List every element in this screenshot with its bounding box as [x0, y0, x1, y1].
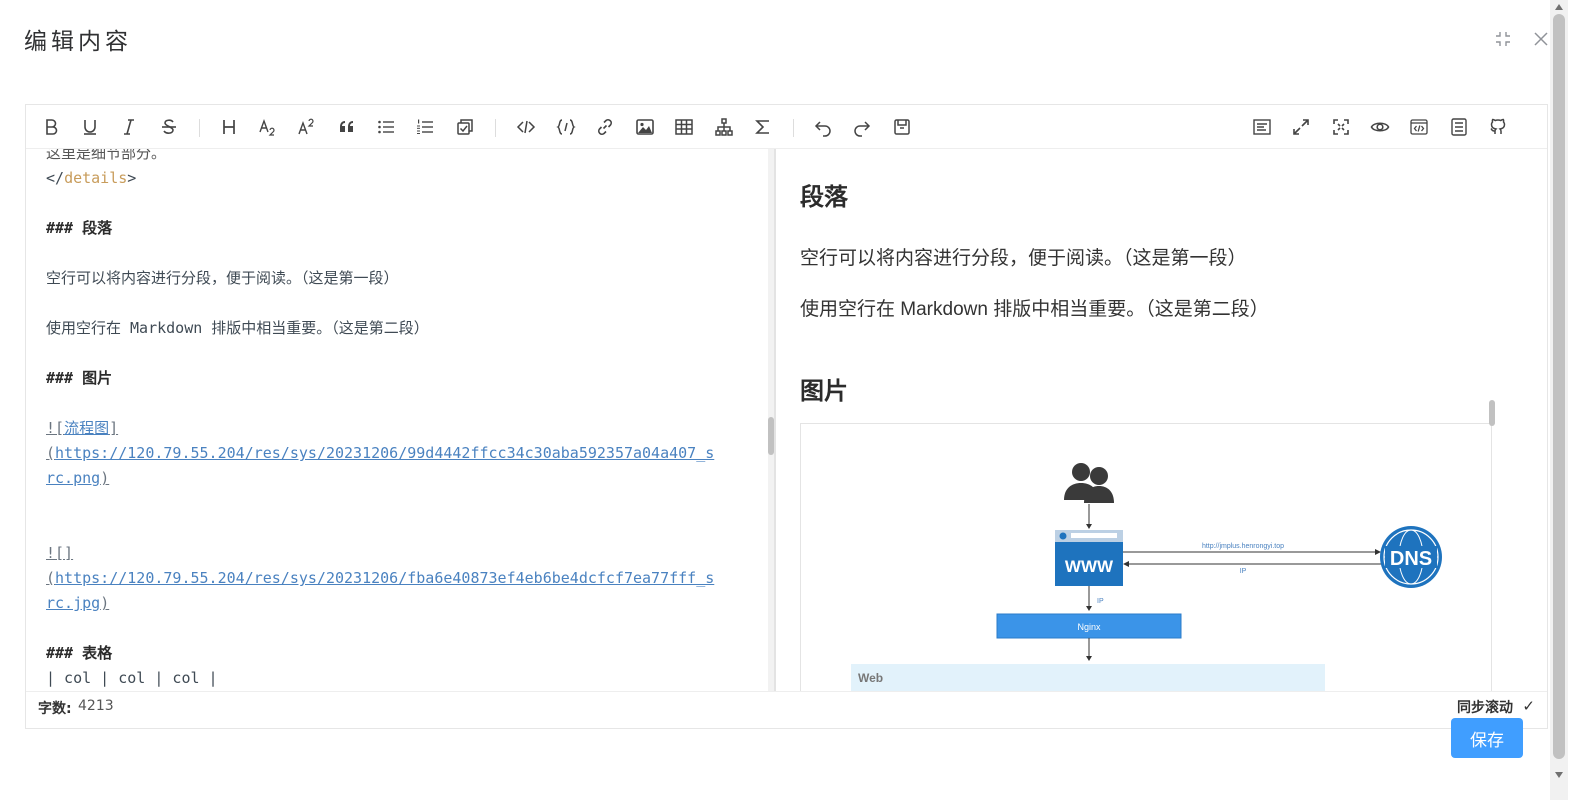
source-url: rc.jpg — [46, 594, 101, 612]
web-label: Web — [858, 671, 883, 685]
source-line: (https://120.79.55.204/res/sys/20231206/… — [46, 441, 751, 466]
source-line: 空行可以将内容进行分段，便于阅读。（这是第一段） — [46, 269, 399, 287]
source-line: rc.jpg) — [46, 591, 751, 616]
scroll-up-arrow-icon[interactable] — [1555, 4, 1563, 10]
www-icon: WWW — [1055, 530, 1123, 586]
sync-scroll-label[interactable]: 同步滚动 — [1457, 697, 1513, 717]
task-list-icon[interactable] — [452, 114, 478, 140]
formula-icon[interactable] — [750, 114, 776, 140]
source-line: (https://120.79.55.204/res/sys/20231206/… — [46, 566, 751, 591]
preview-heading-paragraph: 段落 — [800, 184, 848, 211]
preview-paragraph: 空行可以将内容进行分段，便于阅读。（这是第一段） — [800, 248, 1247, 269]
source-token: ![] — [46, 544, 74, 562]
dns-response-ip: IP — [1240, 568, 1247, 575]
source-line: </details> — [46, 166, 751, 191]
source-url: https://120.79.55.204/res/sys/20231206/f… — [55, 569, 715, 587]
subscript-icon[interactable] — [255, 114, 281, 140]
source-line: 使用空行在 Markdown 排版中相当重要。（这是第二段） — [46, 319, 429, 337]
word-count: 4213 — [78, 698, 114, 714]
preview-icon[interactable] — [1367, 114, 1393, 140]
mindmap-icon[interactable] — [711, 114, 737, 140]
source-heading: ### 图片 — [46, 369, 113, 387]
page-fullscreen-icon[interactable] — [1328, 114, 1354, 140]
table-icon[interactable] — [671, 114, 697, 140]
scroll-down-arrow-icon[interactable] — [1555, 772, 1563, 778]
preview-paragraph: 使用空行在 Markdown 排版中相当重要。（这是第二段） — [800, 299, 1269, 320]
flowchart-diagram: WWW http://jmplus.henrongyi.top IP DNS I… — [851, 463, 1442, 691]
source-token: ( — [46, 569, 56, 587]
ordered-list-icon[interactable] — [412, 114, 438, 140]
dns-icon: DNS — [1380, 526, 1442, 588]
source-token: > — [127, 169, 137, 187]
source-line: 这里是细节部分。 — [46, 149, 167, 162]
dialog-title: 编辑内容 — [24, 29, 132, 55]
save-draft-icon[interactable] — [889, 114, 915, 140]
link-icon[interactable] — [592, 114, 618, 140]
source-tag-name: details — [64, 169, 128, 187]
source-line: ![] — [46, 541, 751, 566]
page-scrollbar-thumb[interactable] — [1553, 14, 1565, 759]
source-line: | col | col | col | — [46, 669, 218, 687]
bold-icon[interactable] — [38, 114, 64, 140]
code-block-icon[interactable] — [553, 114, 579, 140]
strikethrough-icon[interactable] — [156, 114, 182, 140]
dns-query-url: http://jmplus.henrongyi.top — [1202, 543, 1284, 550]
dns-label: DNS — [1390, 548, 1432, 570]
preview-scrollbar-thumb[interactable] — [1489, 400, 1495, 426]
nginx-label: Nginx — [1077, 622, 1101, 632]
preview-pane[interactable]: 段落 空行可以将内容进行分段，便于阅读。（这是第一段） 使用空行在 Markdo… — [776, 149, 1543, 691]
source-token: </ — [46, 169, 65, 187]
editor-toolbar — [26, 105, 1547, 149]
html-preview-icon[interactable] — [1406, 114, 1432, 140]
source-token: ) — [100, 469, 110, 487]
source-token: ( — [46, 444, 56, 462]
shrink-icon[interactable] — [1492, 28, 1514, 50]
markdown-editor: 这里是细节部分。 </details> ### 段落 空行可以将内容进行分段，便… — [25, 104, 1548, 729]
github-icon[interactable] — [1485, 114, 1511, 140]
catalog-icon[interactable] — [1446, 114, 1472, 140]
source-token: ) — [100, 594, 110, 612]
page-scrollbar[interactable] — [1550, 0, 1568, 800]
source-token: ] — [109, 419, 119, 437]
superscript-icon[interactable] — [294, 114, 320, 140]
preview-only-icon[interactable] — [1249, 114, 1275, 140]
source-token: ![ — [46, 419, 65, 437]
nginx-ip-label: IP — [1097, 598, 1104, 605]
source-heading: ### 表格 — [46, 644, 113, 662]
unordered-list-icon[interactable] — [373, 114, 399, 140]
source-line: ![流程图] — [46, 416, 751, 441]
inline-code-icon[interactable] — [513, 114, 539, 140]
fullscreen-icon[interactable] — [1288, 114, 1314, 140]
word-count-label: 字数: — [38, 701, 72, 717]
preview-heading-image: 图片 — [800, 378, 848, 405]
save-button[interactable]: 保存 — [1451, 718, 1523, 758]
source-heading: ### 段落 — [46, 219, 113, 237]
source-image-alt: 流程图 — [64, 419, 110, 437]
preview-image-flowchart: WWW http://jmplus.henrongyi.top IP DNS I… — [800, 423, 1492, 691]
edit-dialog: 编辑内容 这里是细节部分。 </details> ### 段落 空行可以将内容进… — [0, 0, 1576, 800]
undo-icon[interactable] — [810, 114, 836, 140]
editor-footer: 字数: 4213 同步滚动 ✓ — [26, 691, 1547, 729]
redo-icon[interactable] — [849, 114, 875, 140]
sync-scroll-checkbox[interactable]: ✓ — [1522, 697, 1535, 715]
source-url: https://120.79.55.204/res/sys/20231206/9… — [55, 444, 715, 462]
users-icon — [1064, 463, 1114, 503]
close-icon[interactable] — [1530, 28, 1552, 50]
quote-icon[interactable] — [334, 114, 360, 140]
italic-icon[interactable] — [116, 114, 142, 140]
markdown-source[interactable]: 这里是细节部分。 </details> ### 段落 空行可以将内容进行分段，便… — [46, 149, 751, 691]
heading-icon[interactable] — [216, 114, 242, 140]
underline-icon[interactable] — [77, 114, 103, 140]
image-icon[interactable] — [632, 114, 658, 140]
www-label: WWW — [1065, 557, 1114, 576]
source-line: rc.png) — [46, 466, 751, 491]
markdown-source-pane[interactable]: 这里是细节部分。 </details> ### 段落 空行可以将内容进行分段，便… — [26, 149, 771, 691]
source-url: rc.png — [46, 469, 101, 487]
